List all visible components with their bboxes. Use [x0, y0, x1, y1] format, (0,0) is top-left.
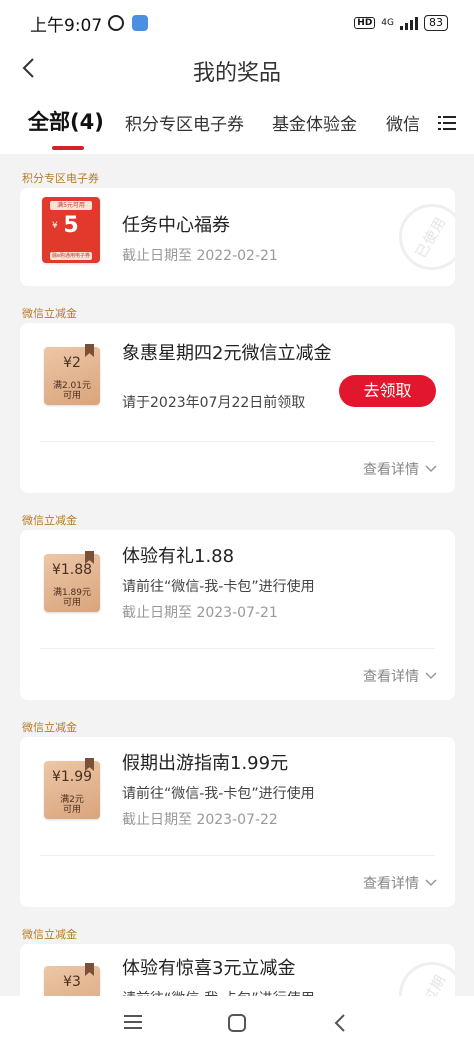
- divider: [40, 855, 435, 856]
- prize-name: 假期出游指南1.99元: [122, 753, 289, 774]
- prize-card[interactable]: ¥3 体验有惊喜3元立减金 请前往“微信-我-卡包”进行使用 已过期: [20, 944, 455, 996]
- list-menu-icon[interactable]: [438, 114, 456, 132]
- used-stamp: 已使用: [399, 204, 455, 270]
- signal-icon: [400, 16, 418, 30]
- tab-fund-trial[interactable]: 基金体验金: [272, 110, 357, 135]
- page-header: 我的奖品: [0, 46, 474, 92]
- claim-button[interactable]: 去领取: [339, 375, 436, 407]
- voucher-condition: 满1.89元 可用: [52, 588, 92, 608]
- app-notification-icon: [132, 15, 149, 31]
- active-tab-indicator: [52, 146, 84, 150]
- wechat-voucher-thumbnail: ¥1.99 满2元 可用: [44, 758, 100, 819]
- voucher-amount: ¥1.88: [51, 562, 93, 578]
- divider: [40, 441, 435, 442]
- coupon-amount: 5: [63, 213, 79, 238]
- hd-badge: HD: [354, 17, 376, 29]
- back-triangle-icon[interactable]: [334, 1014, 346, 1032]
- alarm-icon: [108, 15, 125, 31]
- prize-name: 任务中心福券: [122, 215, 230, 236]
- prize-card[interactable]: ¥1.88 满1.89元 可用 体验有礼1.88 请前往“微信-我-卡包”进行使用…: [20, 530, 455, 700]
- prize-deadline: 截止日期至 2023-07-21: [122, 605, 278, 621]
- prize-name: 象惠星期四2元微信立减金: [122, 343, 332, 364]
- category-label: 微信立减金: [22, 721, 77, 734]
- status-time: 上午9:07: [30, 15, 103, 36]
- tab-points-coupons[interactable]: 积分专区电子券: [125, 110, 244, 135]
- prize-usage-hint: 请前往“微信-我-卡包”进行使用: [122, 988, 315, 996]
- page-title: 我的奖品: [192, 61, 281, 86]
- network-type: 4G: [381, 17, 394, 28]
- chevron-down-icon: [425, 672, 437, 680]
- category-label: 积分专区电子券: [22, 172, 99, 185]
- home-square-icon[interactable]: [228, 1014, 246, 1032]
- voucher-amount: ¥1.99: [51, 769, 93, 785]
- voucher-condition: 满2.01元 可用: [52, 381, 92, 401]
- prize-name: 体验有礼1.88: [122, 546, 235, 567]
- tab-wechat[interactable]: 微信: [386, 110, 420, 135]
- wechat-voucher-thumbnail: ¥2 满2.01元 可用: [44, 344, 100, 405]
- prize-deadline: 截止日期至 2022-02-21: [122, 248, 278, 264]
- coupon-condition: 满5元可用: [50, 201, 92, 210]
- prize-usage-hint: 请前往“微信-我-卡包”进行使用: [122, 786, 315, 802]
- prize-card[interactable]: ¥2 满2.01元 可用 象惠星期四2元微信立减金 请于2023年07月22日前领…: [20, 323, 455, 493]
- chevron-down-icon: [425, 465, 437, 473]
- view-details-link[interactable]: 查看详情: [363, 666, 437, 686]
- view-details-link[interactable]: 查看详情: [363, 873, 437, 893]
- tab-bar: 全部(4) 积分专区电子券 基金体验金 微信: [0, 92, 474, 154]
- category-label: 微信立减金: [22, 514, 77, 527]
- battery-indicator: 83: [424, 15, 448, 31]
- hamburger-icon[interactable]: [124, 1014, 142, 1030]
- tab-all[interactable]: 全部(4): [28, 106, 104, 136]
- prize-card[interactable]: ¥1.99 满2元 可用 假期出游指南1.99元 请前往“微信-我-卡包”进行使用…: [20, 737, 455, 907]
- system-nav-bar: [0, 996, 474, 1053]
- prize-claim-deadline: 请于2023年07月22日前领取: [122, 395, 306, 411]
- divider: [40, 648, 435, 649]
- voucher-amount: ¥3: [63, 974, 81, 990]
- coupon-thumbnail: 满5元可用 ¥ 5 融e购通用电子券: [42, 197, 100, 263]
- prize-card[interactable]: 满5元可用 ¥ 5 融e购通用电子券 任务中心福券 截止日期至 2022-02-…: [20, 188, 455, 286]
- category-label: 微信立减金: [22, 307, 77, 320]
- prize-deadline: 截止日期至 2023-07-22: [122, 812, 278, 828]
- prize-name: 体验有惊喜3元立减金: [122, 958, 296, 979]
- prize-usage-hint: 请前往“微信-我-卡包”进行使用: [122, 579, 315, 595]
- wechat-voucher-thumbnail: ¥1.88 满1.89元 可用: [44, 551, 100, 612]
- chevron-down-icon: [425, 879, 437, 887]
- coupon-footer: 融e购通用电子券: [50, 252, 92, 260]
- view-details-link[interactable]: 查看详情: [363, 459, 437, 479]
- wechat-voucher-thumbnail: ¥3: [44, 963, 100, 996]
- status-bar: 上午9:07 HD 4G 83: [0, 0, 474, 46]
- category-label: 微信立减金: [22, 928, 77, 941]
- voucher-condition: 满2元 可用: [60, 795, 84, 815]
- expired-stamp: 已过期: [399, 962, 455, 996]
- status-right: HD 4G 83: [354, 15, 448, 31]
- voucher-amount: ¥2: [63, 355, 81, 371]
